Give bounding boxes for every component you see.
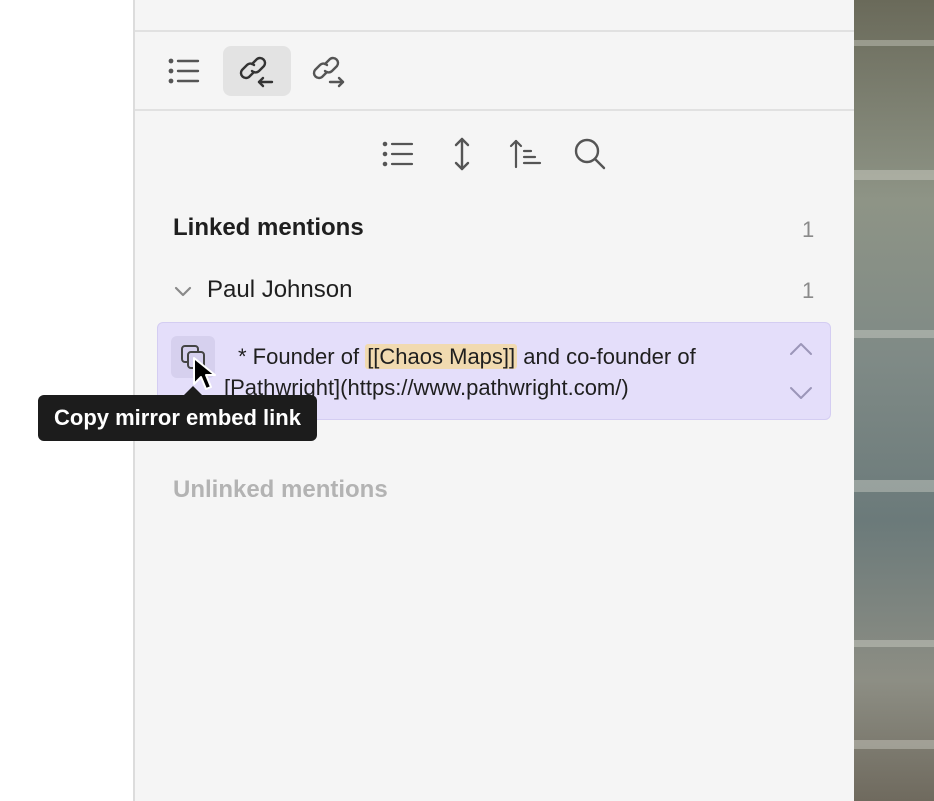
unlinked-mentions-title[interactable]: Unlinked mentions xyxy=(173,476,388,504)
mention-text: * Founder of [[Chaos Maps]] and co-found… xyxy=(224,341,784,403)
mention-group-paul-johnson[interactable]: Paul Johnson 1 xyxy=(173,272,823,312)
toggle-list-button[interactable] xyxy=(376,132,420,176)
sort-icon xyxy=(509,139,542,169)
chevron-down-icon xyxy=(790,387,812,399)
mention-link-chaos-maps[interactable]: [[Chaos Maps]] xyxy=(365,344,518,369)
mouse-cursor-icon xyxy=(193,357,216,390)
tab-outgoing-links[interactable] xyxy=(296,46,364,96)
expand-collapse-icon xyxy=(454,137,470,171)
outgoing-links-icon xyxy=(312,56,345,88)
search-icon xyxy=(574,138,606,170)
group-count: 1 xyxy=(802,278,815,303)
chevron-up-icon xyxy=(790,343,812,355)
linked-mentions-title: Linked mentions xyxy=(173,214,364,241)
mention-prefix: * Founder of xyxy=(238,344,366,369)
outline-icon xyxy=(168,58,200,84)
move-down-button[interactable] xyxy=(786,381,816,405)
tooltip: Copy mirror embed link xyxy=(38,386,317,441)
background-artwork xyxy=(854,0,934,801)
search-button[interactable] xyxy=(568,132,612,176)
sort-button[interactable] xyxy=(504,132,548,176)
backlinks-icon xyxy=(239,56,274,88)
list-icon xyxy=(382,141,414,167)
move-up-button[interactable] xyxy=(786,337,816,361)
expand-collapse-button[interactable] xyxy=(440,132,484,176)
linked-mentions-count: 1 xyxy=(802,217,815,242)
tab-outline[interactable] xyxy=(150,46,218,96)
panel-header xyxy=(135,0,854,32)
tab-backlinks[interactable] xyxy=(223,46,291,96)
mention-middle: and co-founder of xyxy=(517,344,696,369)
panel-tabs xyxy=(135,32,854,111)
toolbar xyxy=(135,132,854,176)
chevron-down-icon[interactable] xyxy=(173,285,193,299)
group-name: Paul Johnson xyxy=(207,276,353,303)
